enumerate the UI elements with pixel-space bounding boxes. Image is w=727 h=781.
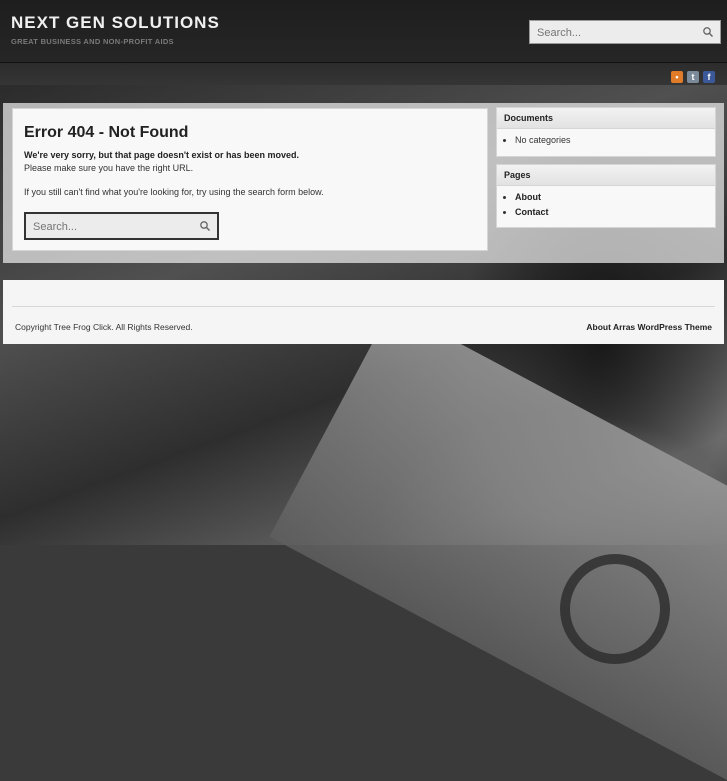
site-tagline: GREAT BUSINESS AND NON-PROFIT AIDS [11, 37, 174, 46]
page-link-contact[interactable]: Contact [515, 207, 549, 217]
list-item: No categories [515, 135, 715, 145]
list-item: Contact [515, 207, 715, 217]
pages-widget-title: Pages [497, 165, 715, 186]
header-search-input[interactable] [535, 22, 699, 44]
background-shape [269, 307, 727, 781]
site-header: NEXT GEN SOLUTIONS GREAT BUSINESS AND NO… [0, 0, 727, 62]
twitter-icon[interactable]: t [687, 71, 699, 83]
site-title[interactable]: NEXT GEN SOLUTIONS [11, 13, 220, 33]
facebook-icon[interactable]: f [703, 71, 715, 83]
header-search-box [529, 20, 721, 44]
search-icon[interactable] [702, 26, 714, 38]
site-footer: Copyright Tree Frog Click. All Rights Re… [3, 280, 724, 344]
content-search-box [24, 212, 219, 240]
list-item: About [515, 192, 715, 202]
documents-list: No categories [497, 135, 715, 145]
page-title: Error 404 - Not Found [24, 124, 189, 141]
error-search-hint: If you still can't find what you're look… [24, 187, 324, 197]
nav-bar: • t f [0, 62, 727, 85]
documents-widget: Documents No categories [496, 107, 716, 157]
page-link-about[interactable]: About [515, 192, 541, 202]
documents-widget-title: Documents [497, 108, 715, 129]
footer-copyright: Copyright Tree Frog Click. All Rights Re… [15, 322, 193, 332]
content-search-input[interactable] [31, 215, 195, 239]
error-content: Error 404 - Not Found We're very sorry, … [12, 108, 488, 251]
search-icon[interactable] [199, 220, 211, 232]
background-ring [560, 554, 670, 664]
footer-theme-link[interactable]: About Arras WordPress Theme [586, 322, 712, 332]
error-hint: Please make sure you have the right URL. [24, 163, 194, 173]
main-container: Error 404 - Not Found We're very sorry, … [3, 103, 724, 263]
rss-icon[interactable]: • [671, 71, 683, 83]
pages-list: About Contact [497, 192, 715, 217]
error-message: We're very sorry, but that page doesn't … [24, 150, 300, 160]
footer-divider [12, 306, 715, 307]
social-icons: • t f [671, 71, 715, 83]
pages-widget: Pages About Contact [496, 164, 716, 228]
